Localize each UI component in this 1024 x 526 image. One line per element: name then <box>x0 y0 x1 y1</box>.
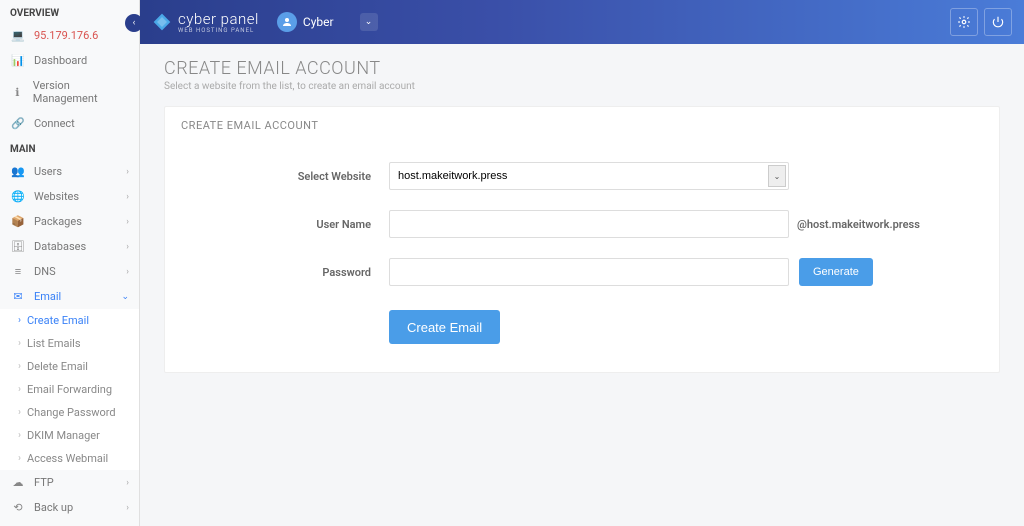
brand[interactable]: cyber panel WEB HOSTING PANEL <box>152 10 259 34</box>
sidebar-item-label: FTP <box>34 476 54 489</box>
chevron-right-icon: › <box>126 217 129 227</box>
topbar: cyber panel WEB HOSTING PANEL ‹ Cyber ⌄ <box>140 0 1024 44</box>
row-username: User Name @host.makeitwork.press <box>165 200 999 248</box>
sidebar-item-label: Databases <box>34 240 86 253</box>
sidebar-item-version[interactable]: ℹ Version Management <box>0 73 139 111</box>
sidebar-item-websites[interactable]: 🌐 Websites › <box>0 184 139 209</box>
chevron-right-icon: › <box>126 167 129 177</box>
section-overview-label: OVERVIEW <box>0 0 139 23</box>
sub-item-delete-email[interactable]: Delete Email <box>0 355 139 378</box>
sidebar-item-connect[interactable]: 🔗 Connect <box>0 111 139 136</box>
sidebar-item-email[interactable]: ✉ Email ⌄ <box>0 284 139 309</box>
sidebar-item-label: Connect <box>34 117 75 130</box>
sub-item-label: List Emails <box>27 337 81 350</box>
chevron-right-icon: › <box>126 192 129 202</box>
sub-item-email-forwarding[interactable]: Email Forwarding <box>0 378 139 401</box>
label-select-website: Select Website <box>189 170 389 183</box>
sidebar-item-ip[interactable]: 💻 95.179.176.6 <box>0 23 139 48</box>
sidebar-item-dns[interactable]: ≡ DNS › <box>0 259 139 284</box>
chevron-right-icon: › <box>126 242 129 252</box>
globe-icon: 🌐 <box>10 190 26 203</box>
link-icon: 🔗 <box>10 117 26 130</box>
dashboard-icon: 📊 <box>10 54 26 67</box>
sidebar-item-label: Dashboard <box>34 54 87 67</box>
laptop-icon: 💻 <box>10 29 26 42</box>
sub-item-access-webmail[interactable]: Access Webmail <box>0 447 139 470</box>
username-domain-suffix: @host.makeitwork.press <box>797 218 920 231</box>
label-username: User Name <box>189 218 389 231</box>
section-main-label: MAIN <box>0 136 139 159</box>
content-area: CREATE EMAIL ACCOUNT Select a website fr… <box>140 44 1024 526</box>
sub-item-label: Create Email <box>27 314 89 327</box>
brand-logo-icon <box>152 12 172 32</box>
email-submenu: Create Email List Emails Delete Email Em… <box>0 309 139 470</box>
power-icon <box>991 15 1005 29</box>
sidebar-item-incremental-backup[interactable]: ⟲ Incremental Back up › <box>0 520 139 526</box>
refresh-icon: ⟲ <box>10 501 26 514</box>
row-select-website: Select Website host.makeitwork.press ⌄ <box>165 152 999 200</box>
user-avatar-icon <box>277 12 297 32</box>
brand-name: cyber panel <box>178 10 259 28</box>
database-icon: 🗄 <box>10 240 26 253</box>
sidebar-item-label: Users <box>34 165 62 178</box>
chevron-down-icon[interactable]: ⌄ <box>360 13 378 31</box>
label-password: Password <box>189 266 389 279</box>
generate-password-button[interactable]: Generate <box>799 258 873 286</box>
sidebar-item-databases[interactable]: 🗄 Databases › <box>0 234 139 259</box>
power-button[interactable] <box>984 8 1012 36</box>
sidebar-item-label: Packages <box>34 215 82 228</box>
sidebar-item-label: Email <box>34 290 61 303</box>
sidebar-collapse-button[interactable]: ‹ <box>125 14 143 32</box>
panel-title: CREATE EMAIL ACCOUNT <box>165 107 999 144</box>
select-website[interactable]: host.makeitwork.press <box>389 162 789 190</box>
sidebar: OVERVIEW 💻 95.179.176.6 📊 Dashboard ℹ Ve… <box>0 0 140 526</box>
user-name: Cyber <box>303 15 334 29</box>
user-menu[interactable]: Cyber ⌄ <box>277 12 378 32</box>
password-input[interactable] <box>389 258 789 286</box>
mail-icon: ✉ <box>10 290 26 303</box>
sub-item-dkim-manager[interactable]: DKIM Manager <box>0 424 139 447</box>
row-password: Password Generate <box>165 248 999 296</box>
sidebar-item-packages[interactable]: 📦 Packages › <box>0 209 139 234</box>
settings-button[interactable] <box>950 8 978 36</box>
sidebar-item-label: Version Management <box>33 79 129 105</box>
sidebar-item-label: Back up <box>34 501 73 514</box>
page-title: CREATE EMAIL ACCOUNT <box>164 58 1000 79</box>
gear-icon <box>957 15 971 29</box>
sidebar-ip-text: 95.179.176.6 <box>34 29 98 42</box>
sidebar-item-label: Websites <box>34 190 79 203</box>
chevron-right-icon: › <box>126 503 129 513</box>
sidebar-item-dashboard[interactable]: 📊 Dashboard <box>0 48 139 73</box>
username-input[interactable] <box>389 210 789 238</box>
chevron-right-icon: › <box>126 267 129 277</box>
create-email-panel: CREATE EMAIL ACCOUNT Select Website host… <box>164 106 1000 373</box>
chevron-down-icon: ⌄ <box>121 292 129 302</box>
info-icon: ℹ <box>10 86 25 99</box>
sidebar-item-users[interactable]: 👥 Users › <box>0 159 139 184</box>
page-subtitle: Select a website from the list, to creat… <box>164 81 1000 92</box>
package-icon: 📦 <box>10 215 26 228</box>
chevron-right-icon: › <box>126 478 129 488</box>
sub-item-label: Delete Email <box>27 360 88 373</box>
sub-item-label: DKIM Manager <box>27 429 100 442</box>
sub-item-list-emails[interactable]: List Emails <box>0 332 139 355</box>
dns-icon: ≡ <box>10 265 26 278</box>
create-email-button[interactable]: Create Email <box>389 310 500 344</box>
sub-item-label: Access Webmail <box>27 452 108 465</box>
sub-item-label: Email Forwarding <box>27 383 112 396</box>
sub-item-label: Change Password <box>27 406 116 419</box>
sub-item-change-password[interactable]: Change Password <box>0 401 139 424</box>
sub-item-create-email[interactable]: Create Email <box>0 309 139 332</box>
cloud-icon: ☁ <box>10 476 26 489</box>
sidebar-item-backup[interactable]: ⟲ Back up › <box>0 495 139 520</box>
users-icon: 👥 <box>10 165 26 178</box>
brand-tagline: WEB HOSTING PANEL <box>178 28 259 34</box>
sidebar-item-ftp[interactable]: ☁ FTP › <box>0 470 139 495</box>
sidebar-item-label: DNS <box>34 265 56 278</box>
